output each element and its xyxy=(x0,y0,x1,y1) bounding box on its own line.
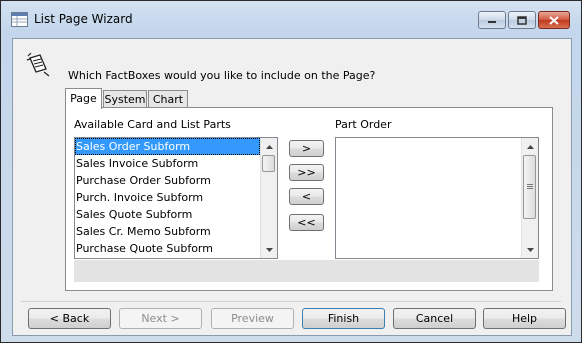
cancel-button[interactable]: Cancel xyxy=(393,308,476,329)
available-list-scrollbar[interactable] xyxy=(260,138,277,258)
list-item[interactable]: Purchase Quote Subform xyxy=(75,240,260,257)
scroll-up-icon[interactable] xyxy=(261,138,277,155)
part-order-scrollbar[interactable] xyxy=(521,138,538,258)
list-item[interactable]: Sales Invoice Subform xyxy=(75,155,260,172)
maximize-button[interactable] xyxy=(508,11,536,29)
tab-panel-page: Available Card and List Parts Part Order… xyxy=(65,107,553,291)
scroll-down-icon[interactable] xyxy=(261,241,277,258)
table-icon xyxy=(11,12,28,27)
add-part-button[interactable]: > xyxy=(289,140,324,157)
part-order-label: Part Order xyxy=(335,118,392,131)
remove-all-parts-button[interactable]: << xyxy=(289,214,324,231)
list-item[interactable]: Purchase Order Subform xyxy=(75,172,260,189)
list-item[interactable]: Sales Order Subform xyxy=(75,138,260,155)
remove-part-button[interactable]: < xyxy=(289,188,324,205)
divider xyxy=(21,301,561,302)
wizard-icon xyxy=(26,52,50,77)
minimize-button[interactable] xyxy=(478,11,506,29)
scroll-up-icon[interactable] xyxy=(522,138,538,155)
minimize-icon xyxy=(488,21,496,23)
wizard-question: Which FactBoxes would you like to includ… xyxy=(68,69,376,82)
maximize-icon xyxy=(517,15,527,25)
available-parts-list[interactable]: Sales Order Subform Sales Invoice Subfor… xyxy=(74,137,278,259)
panel-bottom-strip xyxy=(74,260,539,282)
part-order-list[interactable] xyxy=(335,137,539,259)
title-bar[interactable]: List Page Wizard xyxy=(1,1,581,38)
finish-button[interactable]: Finish xyxy=(302,308,385,329)
tab-chart[interactable]: Chart xyxy=(148,90,188,107)
add-all-parts-button[interactable]: >> xyxy=(289,164,324,181)
scroll-thumb[interactable] xyxy=(523,155,536,219)
preview-button[interactable]: Preview xyxy=(211,308,294,329)
wizard-body: Which FactBoxes would you like to includ… xyxy=(12,38,572,336)
available-parts-label: Available Card and List Parts xyxy=(74,118,231,131)
scroll-thumb[interactable] xyxy=(262,155,275,172)
list-item[interactable]: Purch. Invoice Subform xyxy=(75,189,260,206)
back-button[interactable]: < Back xyxy=(28,308,111,329)
help-button[interactable]: Help xyxy=(483,308,566,329)
wizard-window: List Page Wizard Which FactBoxes would y… xyxy=(0,0,582,343)
close-button[interactable] xyxy=(538,11,570,29)
tab-system[interactable]: System xyxy=(103,90,147,107)
list-item[interactable]: Sales Cr. Memo Subform xyxy=(75,223,260,240)
window-title: List Page Wizard xyxy=(34,12,133,26)
list-item[interactable]: Sales Quote Subform xyxy=(75,206,260,223)
scroll-down-icon[interactable] xyxy=(522,241,538,258)
close-icon xyxy=(549,15,559,25)
next-button[interactable]: Next > xyxy=(119,308,202,329)
tab-page[interactable]: Page xyxy=(65,88,102,109)
